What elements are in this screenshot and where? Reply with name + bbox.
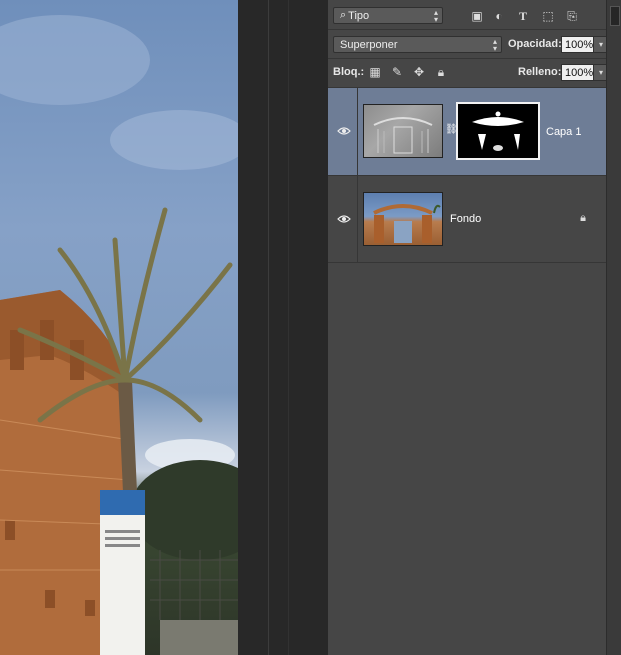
layers-panel: ⌕ Tipo ▴ ▾ ▣ ◐ T ⬚ ⎘ Superponer ▴ ▾ Opacid… — [328, 0, 616, 655]
panel-scrollbar[interactable] — [606, 0, 621, 655]
adjustment-filter-icon[interactable]: ◐ — [492, 9, 506, 23]
canvas-gutter — [238, 0, 328, 655]
blend-mode-value: Superponer — [340, 38, 398, 51]
blend-mode-dropdown[interactable]: Superponer ▴ ▾ — [333, 36, 502, 53]
canvas-photo — [0, 15, 238, 655]
layer-thumbnail-image — [373, 117, 433, 154]
layer-row-fondo[interactable]: Fondo 🔒︎ — [328, 176, 606, 263]
layer-name[interactable]: Capa 1 — [546, 126, 581, 138]
canvas-image[interactable] — [0, 0, 238, 655]
layer-thumbnail-image — [373, 204, 441, 243]
updown-arrow-icon: ▴ ▾ — [492, 37, 497, 53]
fill-label: Relleno: — [518, 66, 562, 78]
layer-row-capa-1[interactable]: ⛓ Capa 1 — [328, 88, 606, 176]
fill-value: 100% — [565, 66, 594, 79]
search-icon: ⌕ — [340, 9, 347, 21]
layer-name[interactable]: Fondo — [450, 213, 481, 225]
opacity-value: 100% — [565, 38, 594, 51]
lock-position-icon[interactable]: ✥ — [412, 65, 426, 79]
lock-label: Bloq.: — [333, 66, 365, 78]
layer-thumbnail[interactable] — [363, 104, 443, 158]
shape-filter-icon[interactable]: ⬚ — [541, 9, 555, 23]
scrollbar-thumb[interactable] — [610, 6, 620, 26]
eye-icon[interactable] — [337, 126, 351, 136]
lock-all-icon[interactable]: 🔒︎ — [434, 65, 448, 79]
opacity-input[interactable]: 100% ▾ — [561, 36, 609, 53]
fill-input[interactable]: 100% ▾ — [561, 64, 609, 81]
visibility-column — [328, 88, 358, 175]
lock-transparent-pixels-icon[interactable]: ▦ — [368, 65, 382, 79]
image-filter-icon[interactable]: ▣ — [470, 9, 484, 23]
layer-filter-dropdown[interactable]: ⌕ Tipo ▴ ▾ — [333, 7, 443, 24]
opacity-label: Opacidad: — [508, 38, 562, 50]
lock-icon: 🔒︎ — [580, 212, 586, 224]
visibility-column — [328, 176, 358, 262]
link-chain-icon[interactable]: ⛓ — [445, 124, 458, 138]
smart-object-filter-icon[interactable]: ⎘ — [565, 9, 579, 23]
layer-mask-image — [472, 111, 524, 151]
filter-label: Tipo — [348, 9, 370, 22]
updown-arrow-icon: ▴ ▾ — [433, 8, 438, 24]
layer-thumbnail[interactable] — [363, 192, 443, 246]
text-filter-icon[interactable]: T — [516, 9, 530, 23]
lock-image-pixels-icon[interactable]: ✎ — [390, 65, 404, 79]
layer-mask-thumbnail[interactable] — [456, 102, 540, 160]
eye-icon[interactable] — [337, 214, 351, 224]
